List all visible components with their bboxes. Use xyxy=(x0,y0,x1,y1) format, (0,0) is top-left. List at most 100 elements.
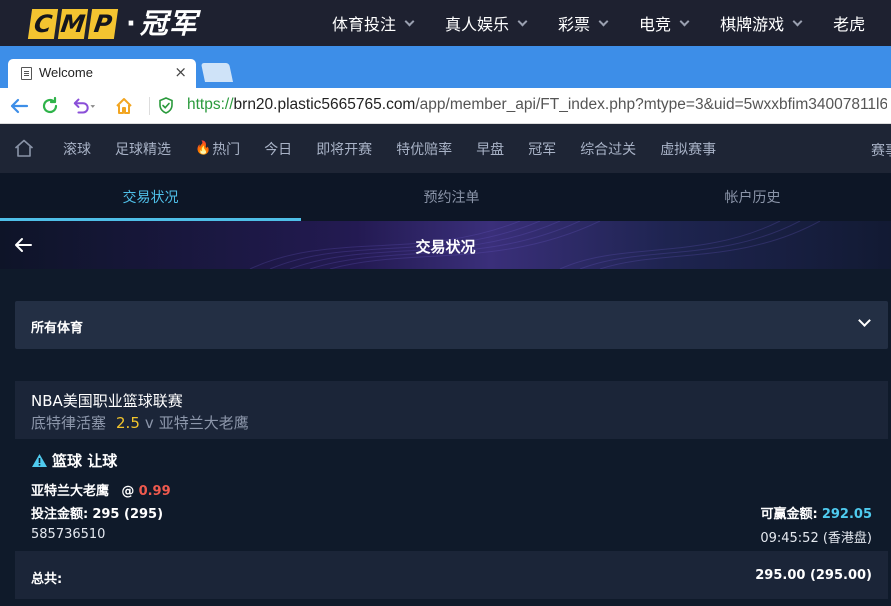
win-value: 292.05 xyxy=(821,507,872,522)
sports-nav-early[interactable]: 早盘 xyxy=(476,139,504,159)
sports-nav-parlay[interactable]: 综合过关 xyxy=(580,139,636,159)
chevron-down-icon xyxy=(679,16,690,26)
undo-icon xyxy=(73,98,96,114)
versus-label: v xyxy=(144,414,154,432)
address-bar: https://brn20.plastic5665765.com/app/mem… xyxy=(0,88,891,124)
main-content: 所有体育 NBA美国职业篮球联赛 底特律活塞 2.5 v 亚特兰大老鹰 篮球 让球 亚… xyxy=(0,269,891,606)
chevron-down-icon xyxy=(404,16,415,26)
warning-icon xyxy=(32,454,47,467)
bet-type: 篮球 让球 xyxy=(31,450,117,471)
win-label: 可赢金额: xyxy=(760,507,818,522)
match-header: NBA美国职业篮球联赛 底特律活塞 2.5 v 亚特兰大老鹰 xyxy=(15,381,888,439)
site-logo[interactable]: C M P · 冠军 xyxy=(27,7,198,41)
selection-team: 亚特兰大老鹰 xyxy=(31,484,110,499)
url-host: brn20.plastic5665765.com xyxy=(233,96,416,113)
divider xyxy=(149,97,150,115)
tab-account-history[interactable]: 帐户历史 xyxy=(602,173,891,221)
sports-nav-label: 热门 xyxy=(212,141,241,158)
site-header: C M P · 冠军 体育投注 真人娱乐 彩票 电竞 棋牌游戏 老虎 xyxy=(0,0,891,46)
top-nav-esports[interactable]: 电竞 xyxy=(639,11,690,35)
home-icon xyxy=(116,98,132,114)
url-input[interactable]: https://brn20.plastic5665765.com/app/mem… xyxy=(187,96,887,114)
shield-check-icon[interactable] xyxy=(159,97,173,114)
top-nav-label: 彩票 xyxy=(558,15,591,34)
sports-nav-football-picks[interactable]: 足球精选 xyxy=(115,139,171,159)
url-scheme: https:// xyxy=(187,96,234,113)
page-title: 交易状况 xyxy=(415,238,476,256)
logo-letter-p: P xyxy=(87,9,119,39)
top-nav-card-games[interactable]: 棋牌游戏 xyxy=(720,11,803,35)
away-team: 亚特兰大老鹰 xyxy=(158,414,249,432)
sports-nav-starting-soon[interactable]: 即将开赛 xyxy=(316,139,372,159)
top-nav-live-casino[interactable]: 真人娱乐 xyxy=(445,11,528,35)
chevron-down-icon xyxy=(598,16,609,26)
chevron-down-icon xyxy=(517,16,528,26)
bet-tabs: 交易状况 预约注单 帐户历史 xyxy=(0,173,891,221)
sports-nav-events[interactable]: 赛事 xyxy=(871,140,891,160)
top-nav-sports[interactable]: 体育投注 xyxy=(332,11,415,35)
league-name: NBA美国职业篮球联赛 xyxy=(31,392,183,410)
logo-letter-c: C xyxy=(27,9,59,39)
sport-filter-dropdown[interactable]: 所有体育 xyxy=(15,301,888,349)
sports-nav-label: 足球精选 xyxy=(115,141,171,158)
stake-value: 295 (295) xyxy=(92,507,164,522)
browser-tab-strip: Welcome × xyxy=(0,46,891,88)
top-nav-slots[interactable]: 老虎 xyxy=(833,11,865,35)
home-team: 底特律活塞 xyxy=(31,414,107,432)
sports-nav-label: 特优赔率 xyxy=(396,141,453,158)
sports-nav-label: 虚拟赛事 xyxy=(660,141,717,158)
home-icon[interactable] xyxy=(14,139,34,157)
sports-nav-label: 今日 xyxy=(264,141,293,158)
refresh-button[interactable] xyxy=(38,94,62,118)
potential-win-row: 可赢金额: 292.05 xyxy=(760,503,872,522)
new-tab-button[interactable] xyxy=(200,63,234,82)
logo-letter-m: M xyxy=(57,9,89,39)
tab-transaction-status[interactable]: 交易状况 xyxy=(0,173,301,221)
document-icon xyxy=(21,67,32,80)
odds-prefix: @ xyxy=(121,484,135,499)
handicap-value: 2.5 xyxy=(116,414,140,432)
top-nav-label: 棋牌游戏 xyxy=(720,15,785,34)
sports-nav-today[interactable]: 今日 xyxy=(264,139,292,159)
sports-nav-label: 即将开赛 xyxy=(316,141,373,158)
back-arrow-icon xyxy=(10,98,29,114)
sport-filter-value: 所有体育 xyxy=(31,321,84,336)
ticket-id: 585736510 xyxy=(31,527,106,542)
chevron-down-icon xyxy=(858,314,871,327)
tab-close-icon[interactable]: × xyxy=(174,63,187,81)
sports-nav-inplay[interactable]: 滚球 xyxy=(63,139,91,159)
stake-label: 投注金额: xyxy=(31,507,89,522)
url-path: /app/member_api/FT_index.php?mtype=3&uid… xyxy=(415,96,887,113)
top-nav-lottery[interactable]: 彩票 xyxy=(558,11,609,35)
bet-time: 09:45:52 (香港盘) xyxy=(760,531,872,546)
logo-word: 冠军 xyxy=(139,7,198,40)
logo-dot: · xyxy=(126,9,136,39)
tab-pending-bets[interactable]: 预约注单 xyxy=(301,173,602,221)
top-nav-label: 体育投注 xyxy=(332,15,397,34)
home-button[interactable] xyxy=(112,94,136,118)
browser-tab[interactable]: Welcome × xyxy=(8,59,196,88)
total-row: 总共: 295.00 (295.00) xyxy=(15,551,888,599)
sports-nav-label: 综合过关 xyxy=(580,141,637,158)
sports-nav-hot[interactable]: 🔥 热门 xyxy=(195,139,240,159)
chevron-down-icon xyxy=(792,16,803,26)
undo-button[interactable] xyxy=(72,94,96,118)
sports-nav-virtual[interactable]: 虚拟赛事 xyxy=(660,139,716,159)
odds-value: 0.99 xyxy=(138,484,171,499)
top-nav-label: 老虎 xyxy=(833,15,866,34)
stake-row: 投注金额: 295 (295) xyxy=(31,503,163,522)
bet-selection: 亚特兰大老鹰 @ 0.99 xyxy=(31,480,171,499)
sports-nav-outright[interactable]: 冠军 xyxy=(528,139,556,159)
total-value: 295.00 (295.00) xyxy=(755,568,872,583)
sports-nav-best-odds[interactable]: 特优赔率 xyxy=(396,139,452,159)
fire-icon: 🔥 xyxy=(195,141,212,156)
sports-nav-label: 滚球 xyxy=(63,141,91,158)
sports-nav-label: 早盘 xyxy=(476,141,505,158)
sports-nav-label: 冠军 xyxy=(528,141,557,158)
bet-type-label: 篮球 让球 xyxy=(52,452,118,470)
top-nav-label: 真人娱乐 xyxy=(445,15,510,34)
top-nav-label: 电竞 xyxy=(639,15,672,34)
page-banner: 交易状况 xyxy=(0,221,891,269)
total-label: 总共: xyxy=(31,572,63,587)
back-button[interactable] xyxy=(7,94,31,118)
